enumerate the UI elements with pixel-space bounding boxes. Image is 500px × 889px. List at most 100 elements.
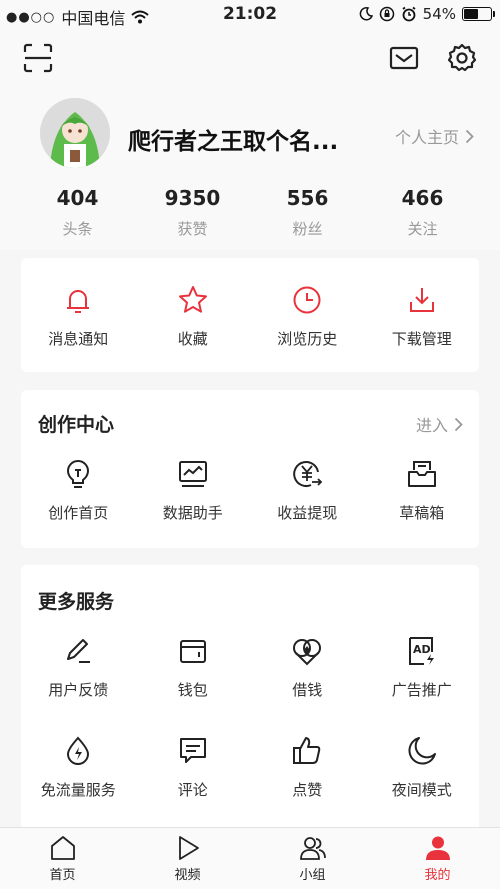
stat-label: 获赞 — [177, 220, 208, 238]
creation-center-enter[interactable]: 进入 — [416, 412, 463, 436]
stat-value: 556 — [286, 186, 329, 210]
service-label: 夜间模式 — [391, 781, 452, 799]
more-services-title: 更多服务 — [38, 591, 115, 613]
creation-center-title: 创作中心 — [38, 414, 115, 436]
play-icon — [178, 836, 199, 860]
stat-value: 9350 — [164, 186, 221, 210]
quick-action-label: 下载管理 — [391, 330, 452, 348]
stat-value: 466 — [401, 186, 444, 210]
avatar-image — [40, 98, 110, 168]
creation-item-label: 数据助手 — [162, 504, 223, 522]
service-free-data[interactable]: 免流量服务 — [21, 735, 136, 800]
top-bar — [0, 28, 500, 90]
clock-icon — [293, 286, 321, 314]
stat-followers[interactable]: 556 粉丝 — [250, 186, 365, 239]
service-feedback[interactable]: 用户反馈 — [21, 635, 136, 700]
comment-icon — [179, 738, 206, 763]
tab-label: 视频 — [174, 868, 201, 883]
user-icon — [425, 836, 450, 860]
stat-label: 粉丝 — [292, 220, 323, 238]
group-icon — [299, 837, 326, 860]
wallet-icon — [179, 640, 206, 663]
moon-icon — [408, 737, 436, 765]
avatar[interactable] — [40, 98, 110, 168]
tab-group[interactable]: 小组 — [250, 828, 375, 889]
service-label: 点赞 — [292, 781, 323, 799]
battery-percent: 54% — [422, 5, 456, 23]
stat-label: 头条 — [62, 220, 93, 238]
username[interactable]: 爬行者之王取个名... — [128, 122, 338, 156]
creation-item-label: 收益提现 — [277, 504, 338, 522]
creation-earnings-withdraw[interactable]: 收益提现 — [250, 458, 365, 523]
creation-item-label: 草稿箱 — [399, 504, 445, 522]
service-comments[interactable]: 评论 — [136, 735, 251, 800]
svg-text:AD: AD — [413, 643, 431, 656]
rotation-lock-icon — [379, 6, 394, 22]
personal-homepage-link[interactable]: 个人主页 — [395, 124, 474, 148]
drafts-icon — [407, 461, 436, 487]
service-label: 评论 — [177, 781, 208, 799]
mail-icon[interactable] — [388, 42, 420, 74]
home-icon — [50, 836, 75, 860]
pen-icon — [67, 639, 91, 663]
chevron-right-icon — [465, 129, 474, 143]
tab-me[interactable]: 我的 — [375, 828, 500, 889]
service-label: 免流量服务 — [40, 781, 116, 799]
tab-home[interactable]: 首页 — [0, 828, 125, 889]
do-not-disturb-icon — [359, 7, 373, 21]
service-loan[interactable]: 借钱 — [250, 635, 365, 700]
profile-section: 爬行者之王取个名... 个人主页 404 头条 9350 获赞 556 粉丝 4… — [0, 90, 500, 250]
stat-likes[interactable]: 9350 获赞 — [135, 186, 250, 239]
bell-icon — [67, 290, 90, 313]
quick-action-label: 收藏 — [177, 330, 208, 348]
service-label: 用户反馈 — [48, 681, 109, 699]
creation-drafts[interactable]: 草稿箱 — [365, 458, 480, 523]
tab-video[interactable]: 视频 — [125, 828, 250, 889]
battery-level — [464, 9, 478, 19]
status-bar: ●●○○ 中国电信 21:02 54% — [0, 0, 500, 28]
chevron-right-icon — [454, 417, 463, 431]
yuan-coin-icon — [293, 461, 323, 487]
quick-actions-card: 消息通知 收藏 浏览历史 下载管理 — [21, 258, 479, 372]
enter-label: 进入 — [415, 416, 448, 435]
quick-action-downloads[interactable]: 下载管理 — [365, 284, 480, 349]
creation-home[interactable]: 创作首页 — [21, 458, 136, 523]
stat-toutiao[interactable]: 404 头条 — [20, 186, 135, 239]
service-label: 借钱 — [292, 681, 323, 699]
service-night-mode[interactable]: 夜间模式 — [365, 735, 480, 800]
lightbulb-icon — [67, 460, 90, 488]
creation-item-label: 创作首页 — [48, 504, 109, 522]
quick-action-history[interactable]: 浏览历史 — [250, 284, 365, 349]
stat-following[interactable]: 466 关注 — [365, 186, 480, 239]
creation-center-card: 创作中心 进入 创作首页 数据助手 收益提现 草稿箱 — [21, 390, 479, 548]
quick-action-notifications[interactable]: 消息通知 — [21, 284, 136, 349]
download-icon — [409, 288, 434, 312]
scan-icon[interactable] — [22, 42, 54, 74]
personal-homepage-label: 个人主页 — [394, 128, 459, 147]
data-drop-icon — [67, 736, 90, 765]
quick-action-label: 浏览历史 — [277, 330, 338, 348]
profile-stats: 404 头条 9350 获赞 556 粉丝 466 关注 — [0, 186, 500, 239]
service-label: 广告推广 — [391, 681, 452, 699]
stat-value: 404 — [56, 186, 99, 210]
tab-label: 我的 — [424, 868, 451, 883]
alarm-icon — [402, 6, 416, 22]
bottom-tab-bar: 首页 视频 小组 我的 — [0, 827, 500, 889]
quick-action-favorites[interactable]: 收藏 — [136, 284, 251, 349]
gear-icon[interactable] — [446, 42, 478, 74]
quick-action-label: 消息通知 — [48, 330, 109, 348]
battery-icon — [462, 7, 495, 21]
tab-label: 小组 — [299, 868, 326, 883]
service-wallet[interactable]: 钱包 — [136, 635, 251, 700]
creation-data-assistant[interactable]: 数据助手 — [136, 458, 251, 523]
service-advertising[interactable]: AD 广告推广 — [365, 635, 480, 700]
service-likes[interactable]: 点赞 — [250, 735, 365, 800]
more-services-card: 更多服务 用户反馈 钱包 借钱 AD 广告推广 免流量服务 评论 点赞 夜间模式 — [21, 565, 479, 835]
thumbs-up-icon — [293, 737, 321, 764]
star-icon — [178, 286, 207, 313]
loan-icon — [293, 639, 322, 666]
chart-monitor-icon — [178, 461, 207, 487]
service-label: 钱包 — [177, 681, 208, 699]
tab-label: 首页 — [49, 868, 76, 883]
ad-icon: AD — [408, 637, 434, 665]
